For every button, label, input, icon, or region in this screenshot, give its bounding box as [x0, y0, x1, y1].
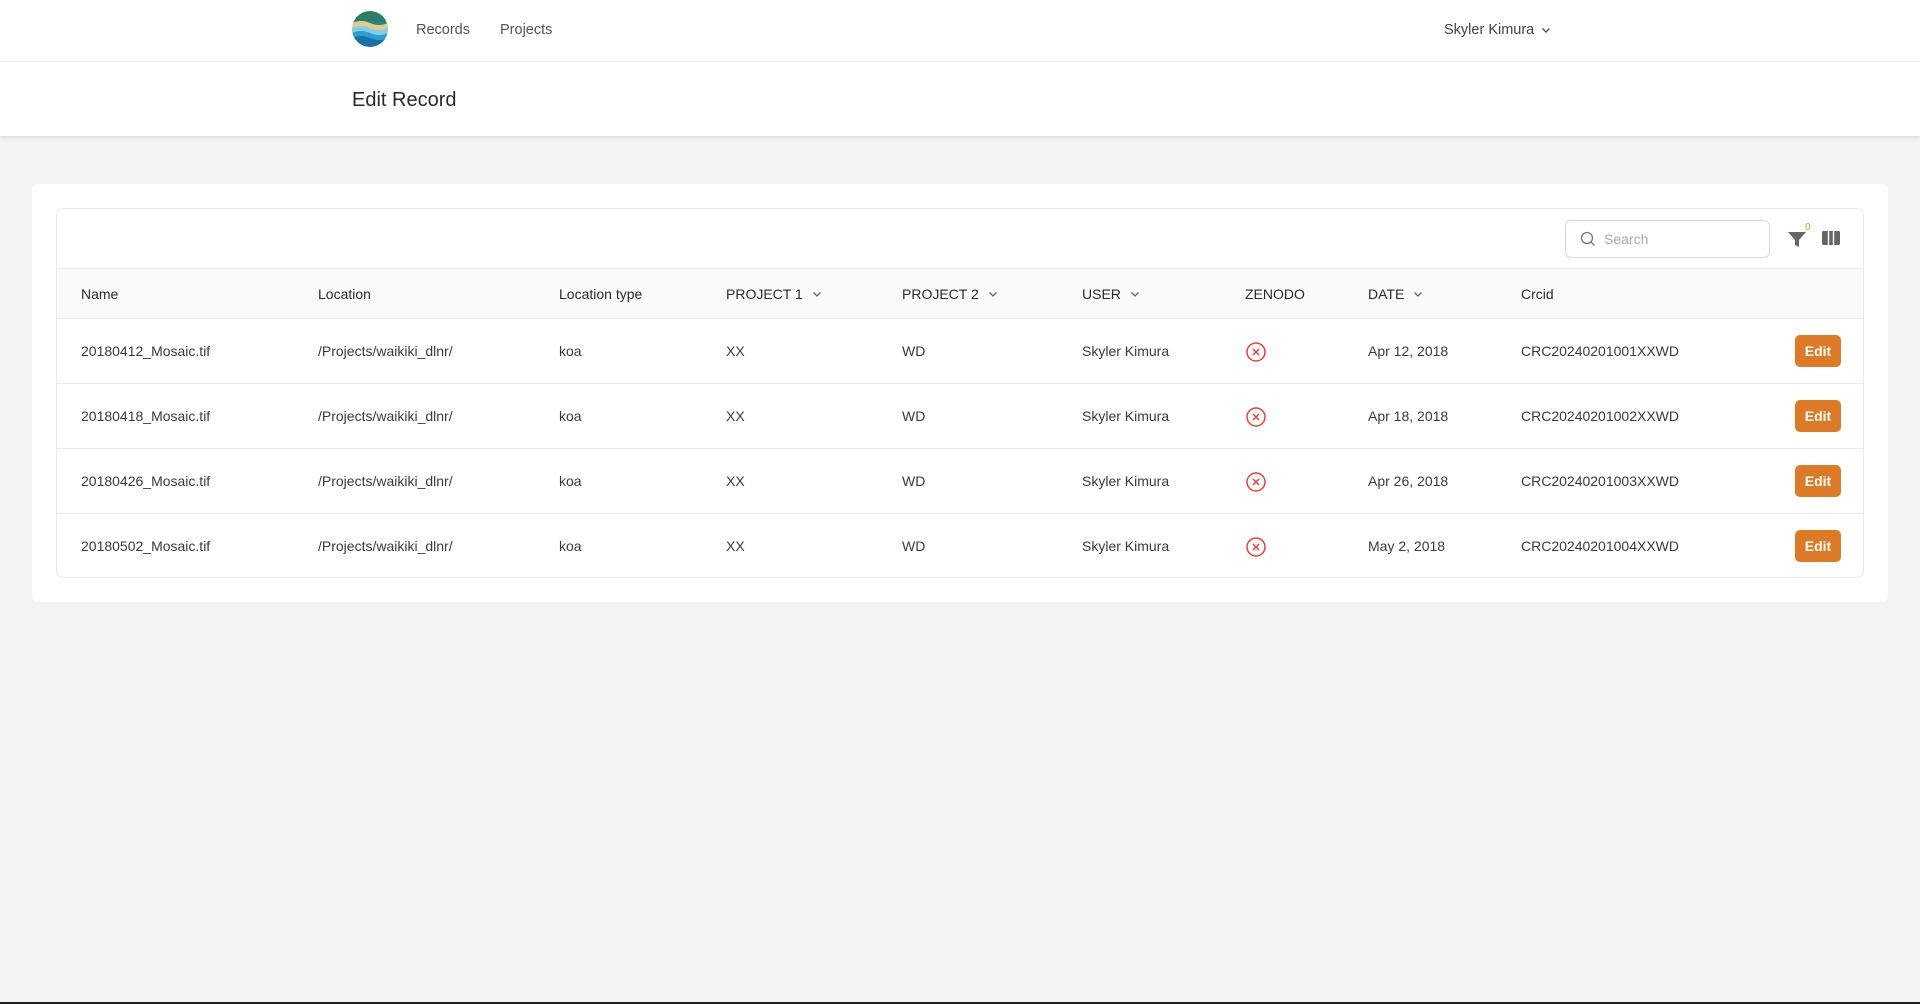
nav-records-link[interactable]: Records	[416, 22, 470, 38]
column-header-location-type: Location type	[559, 286, 643, 302]
cell-user: Skyler Kimura	[1082, 473, 1170, 489]
chevron-down-icon	[988, 292, 997, 297]
cell-project1: XX	[726, 343, 745, 359]
cell-project1: XX	[726, 473, 745, 489]
cell-user: Skyler Kimura	[1082, 343, 1170, 359]
cell-project2: WD	[902, 408, 926, 424]
cell-project1: XX	[726, 408, 745, 424]
cell-name: 20180426_Mosaic.tif	[81, 473, 211, 489]
user-name: Skyler Kimura	[1444, 22, 1535, 38]
cell-user: Skyler Kimura	[1082, 538, 1170, 554]
table-header: Name Location Location type PROJECT 1 PR…	[57, 269, 1863, 319]
x-circle-icon	[1246, 537, 1266, 557]
cell-crcid: CRC20240201002XXWD	[1521, 408, 1679, 424]
table-row: 20180502_Mosaic.tif /Projects/waikiki_dl…	[57, 514, 1863, 577]
cell-project1: XX	[726, 538, 745, 554]
cell-location-type: koa	[559, 343, 582, 359]
nav-projects-link[interactable]: Projects	[500, 22, 552, 38]
edit-button[interactable]: Edit	[1795, 335, 1841, 367]
table-row: 20180426_Mosaic.tif /Projects/waikiki_dl…	[57, 449, 1863, 514]
table-row: 20180412_Mosaic.tif /Projects/waikiki_dl…	[57, 319, 1863, 384]
cell-name: 20180412_Mosaic.tif	[81, 343, 211, 359]
edit-button[interactable]: Edit	[1795, 530, 1841, 562]
chevron-down-icon	[1130, 292, 1139, 297]
cell-location: /Projects/waikiki_dlnr/	[318, 408, 453, 424]
column-header-location: Location	[318, 286, 371, 302]
cell-user: Skyler Kimura	[1082, 408, 1170, 424]
search-box[interactable]	[1565, 220, 1770, 258]
search-icon	[1580, 231, 1595, 246]
cell-name: 20180502_Mosaic.tif	[81, 538, 211, 554]
cell-project2: WD	[902, 473, 926, 489]
top-navbar: Records Projects Skyler Kimura	[0, 0, 1920, 62]
table-toolbar: 0	[57, 209, 1863, 269]
cell-crcid: CRC20240201004XXWD	[1521, 538, 1679, 554]
column-header-project2[interactable]: PROJECT 2	[902, 269, 999, 319]
column-header-crcid: Crcid	[1521, 286, 1554, 302]
columns-icon[interactable]	[1821, 229, 1841, 247]
page-header: Edit Record	[0, 62, 1920, 136]
cell-location: /Projects/waikiki_dlnr/	[318, 538, 453, 554]
ocean-logo[interactable]	[352, 11, 388, 47]
x-circle-icon	[1246, 472, 1266, 492]
cell-project2: WD	[902, 343, 926, 359]
search-input[interactable]	[1604, 231, 1754, 247]
edit-button[interactable]: Edit	[1795, 400, 1841, 432]
cell-location-type: koa	[559, 538, 582, 554]
cell-location-type: koa	[559, 408, 582, 424]
page-title: Edit Record	[352, 89, 457, 111]
chevron-down-icon	[1414, 292, 1423, 297]
chevron-down-icon	[1542, 28, 1551, 33]
edit-button[interactable]: Edit	[1795, 465, 1841, 497]
table-row: 20180418_Mosaic.tif /Projects/waikiki_dl…	[57, 384, 1863, 449]
cell-location-type: koa	[559, 473, 582, 489]
column-header-zenodo: ZENODO	[1245, 286, 1305, 302]
x-circle-icon	[1246, 407, 1266, 427]
cell-name: 20180418_Mosaic.tif	[81, 408, 211, 424]
cell-location: /Projects/waikiki_dlnr/	[318, 473, 453, 489]
cell-crcid: CRC20240201003XXWD	[1521, 473, 1679, 489]
cell-date: Apr 18, 2018	[1368, 408, 1449, 424]
cell-location: /Projects/waikiki_dlnr/	[318, 343, 453, 359]
column-header-project1[interactable]: PROJECT 1	[726, 269, 823, 319]
column-header-date[interactable]: DATE	[1368, 269, 1424, 319]
cell-date: Apr 26, 2018	[1368, 473, 1449, 489]
x-circle-icon	[1246, 342, 1266, 362]
records-card: 0 Name Location Location type PROJECT 1 …	[32, 184, 1888, 602]
records-table-container: 0 Name Location Location type PROJECT 1 …	[56, 208, 1864, 578]
cell-crcid: CRC20240201001XXWD	[1521, 343, 1679, 359]
column-header-user[interactable]: USER	[1082, 269, 1141, 319]
cell-date: May 2, 2018	[1368, 538, 1446, 554]
cell-project2: WD	[902, 538, 926, 554]
chevron-down-icon	[812, 292, 821, 297]
filter-count-badge: 0	[1805, 222, 1811, 233]
column-header-name: Name	[81, 286, 119, 302]
user-menu[interactable]: Skyler Kimura	[1444, 22, 1552, 38]
cell-date: Apr 12, 2018	[1368, 343, 1449, 359]
